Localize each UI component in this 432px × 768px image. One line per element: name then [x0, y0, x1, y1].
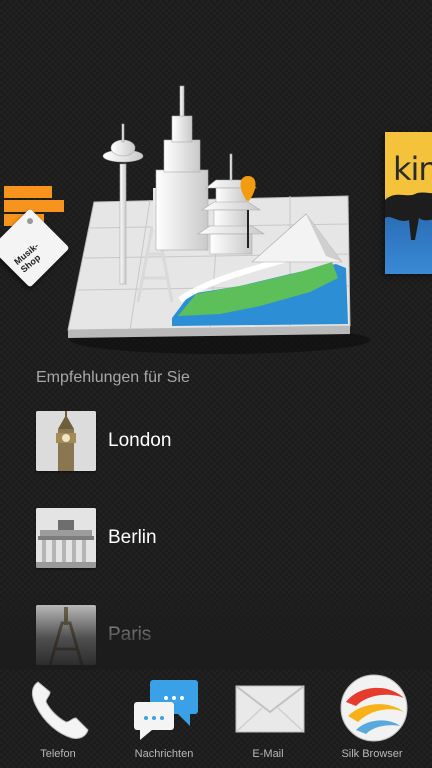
- dock-item-messages[interactable]: Nachrichten: [114, 668, 214, 768]
- brandenburg-gate-thumbnail: [36, 508, 96, 568]
- list-item-label: London: [108, 430, 172, 451]
- dock-label: Telefon: [40, 748, 76, 760]
- dock-label: Nachrichten: [134, 748, 194, 760]
- carousel-card-maps[interactable]: [60, 78, 370, 360]
- silk-browser-icon: [340, 674, 408, 742]
- messages-icon: [134, 680, 198, 740]
- list-item-label: Paris: [108, 624, 152, 645]
- recommendations-heading: Empfehlungen für Sie: [36, 369, 190, 386]
- big-ben-thumbnail: [36, 411, 96, 471]
- dock-item-phone[interactable]: Telefon: [8, 668, 108, 768]
- list-item-label: Berlin: [108, 527, 157, 548]
- dock-item-email[interactable]: E-Mail: [218, 668, 318, 768]
- favorites-dock: Telefon Nachrichten E-Mail Silk Browser: [0, 668, 432, 768]
- eiffel-tower-thumbnail: [36, 605, 96, 665]
- phone-icon: [31, 681, 89, 739]
- kindle-title: kin: [393, 150, 432, 188]
- list-item[interactable]: London: [36, 410, 416, 472]
- carousel-card-kindle[interactable]: kin: [385, 132, 432, 274]
- maps-3d-city-icon: [67, 85, 370, 354]
- dock-label: Silk Browser: [341, 748, 403, 760]
- list-item[interactable]: Berlin: [36, 507, 416, 569]
- dock-item-silk-browser[interactable]: Silk Browser: [322, 668, 422, 768]
- email-icon: [235, 685, 305, 733]
- dock-label: E-Mail: [252, 748, 284, 760]
- list-item[interactable]: Paris: [36, 604, 416, 666]
- app-carousel[interactable]: Musik-Shop kin: [0, 0, 432, 360]
- kindle-tree-icon: [385, 192, 432, 240]
